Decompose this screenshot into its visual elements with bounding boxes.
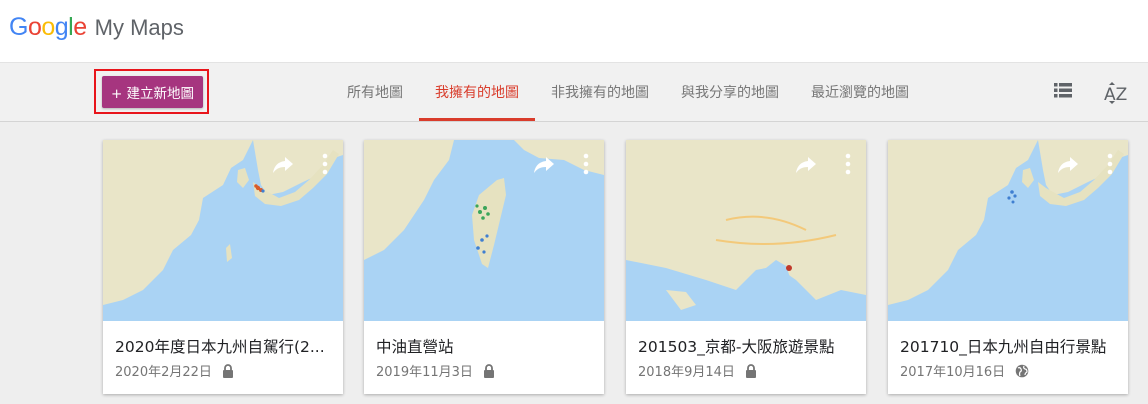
map-title[interactable]: 中油直營站 xyxy=(376,335,598,357)
map-date: 2018年9月14日 xyxy=(638,365,735,380)
map-meta: 2017年10月16日 xyxy=(900,361,1029,380)
more-options-icon[interactable] xyxy=(580,152,592,176)
map-thumbnail-east-asia xyxy=(103,140,343,321)
map-filter-tabs: 所有地圖 我擁有的地圖 非我擁有的地圖 與我分享的地圖 最近瀏覽的地圖 xyxy=(331,63,925,121)
create-new-map-button[interactable]: + 建立新地圖 xyxy=(102,76,203,108)
map-card[interactable]: 201503_京都-大阪旅遊景點 2018年9月14日 xyxy=(626,140,866,394)
google-wordmark: Google xyxy=(9,13,87,41)
map-meta: 2019年11月3日 xyxy=(376,361,495,380)
logo-letter: G xyxy=(9,13,28,41)
share-icon[interactable] xyxy=(532,152,556,176)
tab-not-owned-maps[interactable]: 非我擁有的地圖 xyxy=(535,63,665,121)
map-title[interactable]: 201710_日本九州自由行景點 xyxy=(900,335,1122,357)
more-options-icon[interactable] xyxy=(319,152,331,176)
map-title[interactable]: 201503_京都-大阪旅遊景點 xyxy=(638,335,860,357)
map-date: 2017年10月16日 xyxy=(900,365,1006,380)
lock-icon xyxy=(745,363,756,378)
map-date: 2020年2月22日 xyxy=(115,365,212,380)
map-thumbnail[interactable] xyxy=(888,140,1128,321)
product-name: My Maps xyxy=(94,15,184,40)
tab-recent-maps[interactable]: 最近瀏覽的地圖 xyxy=(795,63,925,121)
google-my-maps-logo[interactable]: Google My Maps xyxy=(9,12,184,43)
map-meta: 2018年9月14日 xyxy=(638,361,757,380)
logo-letter: e xyxy=(73,13,87,41)
sort-label: AZ xyxy=(1104,85,1127,105)
share-icon[interactable] xyxy=(794,152,818,176)
globe-icon xyxy=(1015,364,1029,377)
map-thumbnail-taiwan xyxy=(364,140,604,321)
app-bar: Google My Maps xyxy=(0,0,1148,63)
logo-letter: o xyxy=(41,13,55,41)
map-card[interactable]: 2020年度日本九州自駕行(2... 2020年2月22日 xyxy=(103,140,343,394)
more-options-icon[interactable] xyxy=(842,152,854,176)
map-thumbnail-kyoto-osaka xyxy=(626,140,866,321)
map-thumbnail[interactable] xyxy=(364,140,604,321)
map-date: 2019年11月3日 xyxy=(376,365,473,380)
lock-icon xyxy=(483,363,494,378)
more-options-icon[interactable] xyxy=(1104,152,1116,176)
map-card[interactable]: 201710_日本九州自由行景點 2017年10月16日 xyxy=(888,140,1128,394)
lock-icon xyxy=(222,363,233,378)
map-thumbnail[interactable] xyxy=(103,140,343,321)
map-thumbnail[interactable] xyxy=(626,140,866,321)
map-title[interactable]: 2020年度日本九州自駕行(2... xyxy=(115,335,337,357)
logo-letter: g xyxy=(54,13,69,41)
tab-shared-maps[interactable]: 與我分享的地圖 xyxy=(665,63,795,121)
share-icon[interactable] xyxy=(1056,152,1080,176)
tab-all-maps[interactable]: 所有地圖 xyxy=(331,63,419,121)
sort-az-icon[interactable]: AZ xyxy=(1100,80,1130,106)
list-view-icon[interactable] xyxy=(1050,80,1076,102)
share-icon[interactable] xyxy=(271,152,295,176)
tab-owned-maps[interactable]: 我擁有的地圖 xyxy=(419,63,535,121)
map-meta: 2020年2月22日 xyxy=(115,361,234,380)
map-thumbnail-kyushu xyxy=(888,140,1128,321)
map-card[interactable]: 中油直營站 2019年11月3日 xyxy=(364,140,604,394)
logo-letter: o xyxy=(27,13,42,41)
